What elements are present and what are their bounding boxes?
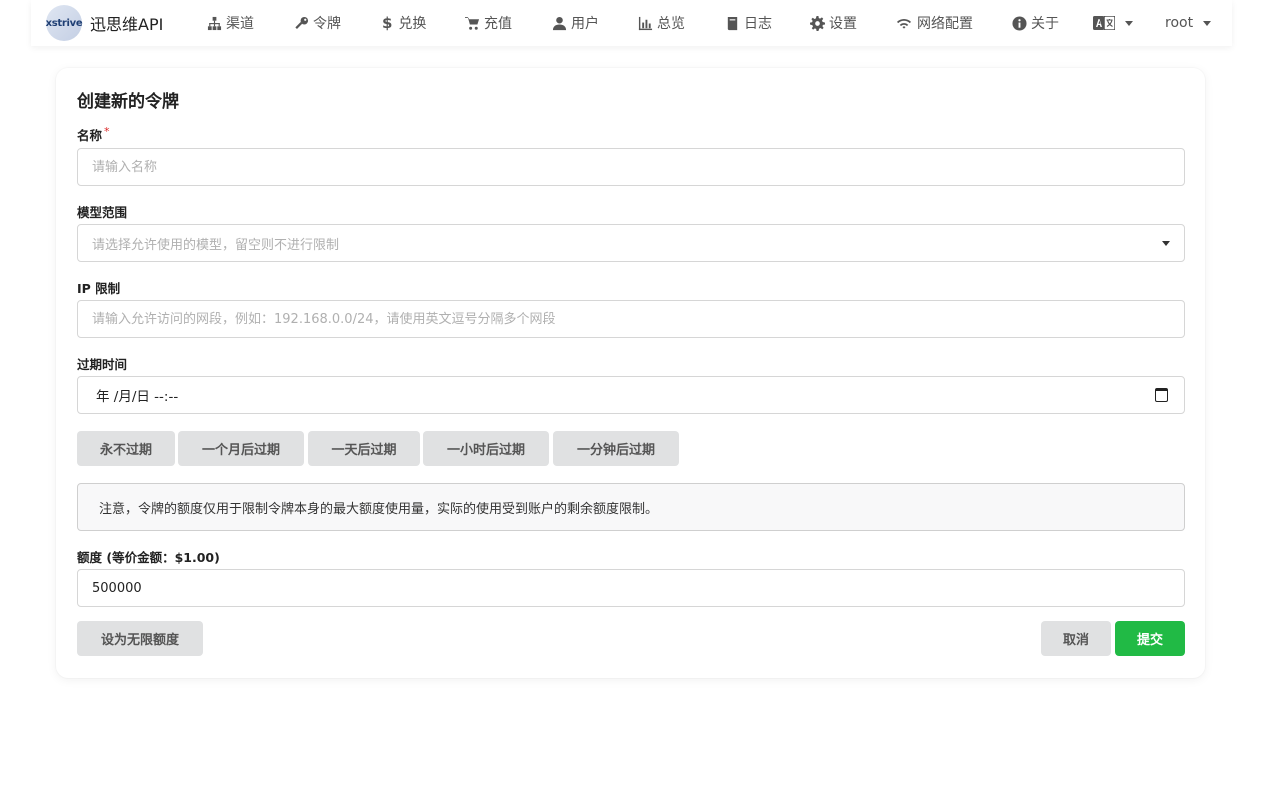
nav-item-about[interactable]: 关于 — [1012, 0, 1059, 46]
name-label: 名称* — [77, 125, 110, 144]
nav-item-settings[interactable]: 设置 — [810, 0, 857, 46]
gear-icon — [810, 16, 825, 31]
nav-item-topup[interactable]: 充值 — [465, 0, 512, 46]
expire-one-minute-button[interactable]: 一分钟后过期 — [553, 431, 679, 466]
translate-icon — [1093, 16, 1115, 30]
expire-time-value: 年 /月/日 --:-- — [96, 385, 178, 405]
nav-item-users[interactable]: 用户 — [552, 0, 599, 46]
sitemap-icon — [207, 16, 222, 31]
dollar-icon: $ — [382, 14, 392, 32]
expire-one-hour-button[interactable]: 一小时后过期 — [423, 431, 549, 466]
model-scope-placeholder: 请选择允许使用的模型，留空则不进行限制 — [92, 234, 339, 253]
expire-one-day-button[interactable]: 一天后过期 — [308, 431, 420, 466]
user-menu[interactable]: root — [1165, 0, 1211, 46]
nav-item-overview[interactable]: 总览 — [638, 0, 685, 46]
key-icon — [294, 16, 309, 31]
set-unlimited-quota-button[interactable]: 设为无限额度 — [77, 621, 203, 656]
submit-button[interactable]: 提交 — [1115, 621, 1185, 656]
required-mark: * — [104, 125, 110, 138]
name-input[interactable] — [77, 148, 1185, 186]
nav-item-label: 总览 — [657, 13, 685, 33]
book-icon — [725, 16, 740, 31]
expire-one-month-button[interactable]: 一个月后过期 — [178, 431, 304, 466]
language-selector[interactable] — [1093, 0, 1133, 46]
model-scope-select[interactable]: 请选择允许使用的模型，留空则不进行限制 — [77, 224, 1185, 262]
model-scope-label: 模型范围 — [77, 202, 127, 221]
never-expire-button[interactable]: 永不过期 — [77, 431, 175, 466]
create-token-card: 创建新的令牌 名称* 模型范围 请选择允许使用的模型，留空则不进行限制 IP 限… — [56, 68, 1205, 678]
nav-item-label: 用户 — [571, 13, 599, 33]
quota-notice: 注意，令牌的额度仅用于限制令牌本身的最大额度使用量，实际的使用受到账户的剩余额度… — [77, 483, 1185, 531]
page-title: 创建新的令牌 — [77, 87, 179, 112]
cart-icon — [465, 16, 480, 31]
dropdown-icon — [1162, 241, 1170, 246]
calendar-icon[interactable] — [1155, 388, 1168, 402]
user-name: root — [1165, 15, 1193, 31]
chevron-down-icon — [1203, 21, 1211, 26]
name-label-text: 名称 — [77, 128, 102, 143]
nav-item-channels[interactable]: 渠道 — [207, 0, 254, 46]
ip-limit-label: IP 限制 — [77, 278, 120, 297]
nav-item-label: 令牌 — [313, 13, 341, 33]
nav-item-label: 设置 — [829, 13, 857, 33]
nav-item-label: 网络配置 — [917, 13, 973, 33]
nav-item-label: 充值 — [484, 13, 512, 33]
quota-notice-text: 注意，令牌的额度仅用于限制令牌本身的最大额度使用量，实际的使用受到账户的剩余额度… — [99, 498, 658, 517]
bar-chart-icon — [638, 16, 653, 31]
nav-item-network[interactable]: 网络配置 — [895, 0, 973, 46]
top-navbar: xstrive 迅思维API 渠道 令牌 $ 兑换 充值 用户 总览 — [31, 0, 1232, 46]
user-icon — [552, 16, 567, 31]
nav-item-redeem[interactable]: $ 兑换 — [382, 0, 426, 46]
quota-input[interactable] — [77, 569, 1185, 607]
ip-limit-input[interactable] — [77, 300, 1185, 338]
nav-item-label: 日志 — [744, 13, 772, 33]
expire-time-label: 过期时间 — [77, 354, 127, 373]
quota-label: 额度 (等价金额：$1.00) — [77, 547, 220, 566]
nav-item-label: 兑换 — [398, 13, 426, 33]
brand-logo: xstrive — [46, 5, 82, 41]
cancel-button[interactable]: 取消 — [1041, 621, 1111, 656]
nav-item-tokens[interactable]: 令牌 — [294, 0, 341, 46]
chevron-down-icon — [1125, 21, 1133, 26]
info-icon — [1012, 16, 1027, 31]
brand-name: 迅思维API — [90, 11, 163, 35]
nav-item-label: 关于 — [1031, 13, 1059, 33]
expire-time-input[interactable]: 年 /月/日 --:-- — [77, 376, 1185, 414]
nav-item-logs[interactable]: 日志 — [725, 0, 772, 46]
wifi-icon — [895, 16, 913, 31]
nav-item-label: 渠道 — [226, 13, 254, 33]
brand[interactable]: xstrive 迅思维API — [46, 0, 163, 46]
